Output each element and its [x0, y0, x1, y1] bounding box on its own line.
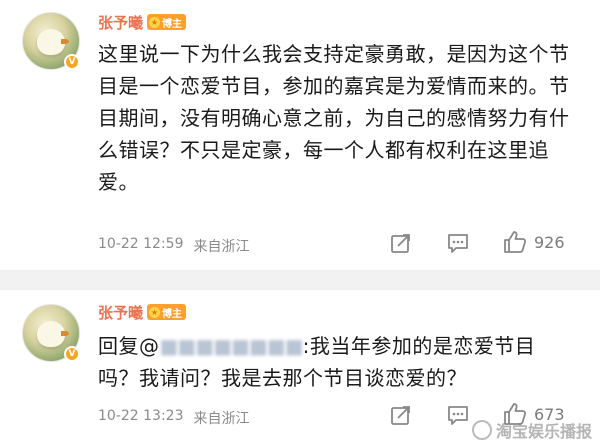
watermark: 淘宝娱乐播报 [471, 418, 592, 442]
share-icon [391, 406, 410, 425]
section-divider [0, 270, 600, 290]
reply-button[interactable] [446, 232, 470, 254]
blogger-tag-label: 博主 [162, 18, 183, 30]
comment-card: V 张予曦 ★ 博主 回复@■■■■■■■■:我当年参加的是恋爱节目 吗？我请问… [0, 290, 600, 446]
crown-icon: ★ [149, 306, 161, 318]
reply-mention[interactable]: ■■■■■■■■ [160, 334, 304, 358]
reply-button[interactable] [446, 404, 470, 426]
comment-location: 来自浙江 [193, 411, 250, 427]
name-row: 张予曦 ★ 博主 [98, 12, 187, 33]
like-button[interactable]: 926 [502, 230, 565, 254]
comment-meta: 10-22 13:23 来自浙江 [98, 408, 249, 428]
like-count: 926 [534, 232, 565, 252]
avatar-beak [61, 331, 69, 336]
crown-icon: ★ [149, 16, 161, 28]
reply-content: :我当年参加的是恋爱节目 [302, 334, 536, 358]
blogger-tag: ★ 博主 [147, 304, 187, 320]
comment-location: 来自浙江 [193, 239, 250, 255]
comment-date: 10-22 13:23 [98, 408, 184, 424]
comment-icon [448, 234, 468, 253]
avatar-beak [61, 39, 69, 44]
watermark-logo-icon [471, 420, 492, 440]
username[interactable]: 张予曦 [98, 302, 143, 323]
reply-prefix: 回复@ [98, 334, 160, 358]
blogger-tag-label: 博主 [162, 308, 183, 320]
reply-line-2: 吗？我请问？我是去那个节目谈恋爱的？ [98, 366, 467, 390]
comment-card: V 张予曦 ★ 博主 这里说一下为什么我会支持定豪勇敢，是因为这个节目是一个恋爱… [0, 0, 600, 270]
thumbs-up-icon [504, 231, 527, 253]
name-row: 张予曦 ★ 博主 [98, 302, 187, 323]
comment-date: 10-22 12:59 [98, 236, 184, 252]
comment-text: 这里说一下为什么我会支持定豪勇敢，是因为这个节目是一个恋爱节目，参加的嘉宾是为爱… [98, 42, 570, 194]
verified-v-icon: V [64, 54, 80, 70]
share-button[interactable] [390, 404, 412, 426]
comment-meta: 10-22 12:59 来自浙江 [98, 236, 249, 256]
username[interactable]: 张予曦 [98, 12, 143, 33]
share-icon [391, 234, 410, 253]
comment-icon [448, 406, 468, 425]
blogger-tag: ★ 博主 [147, 14, 187, 30]
verified-v-icon: V [64, 346, 80, 362]
share-button[interactable] [390, 232, 412, 254]
reply-line-1: 回复@■■■■■■■■:我当年参加的是恋爱节目 [98, 330, 578, 362]
watermark-text: 淘宝娱乐播报 [495, 422, 592, 441]
reply-text: 回复@■■■■■■■■:我当年参加的是恋爱节目 吗？我请问？我是去那个节目谈恋爱… [98, 330, 578, 394]
